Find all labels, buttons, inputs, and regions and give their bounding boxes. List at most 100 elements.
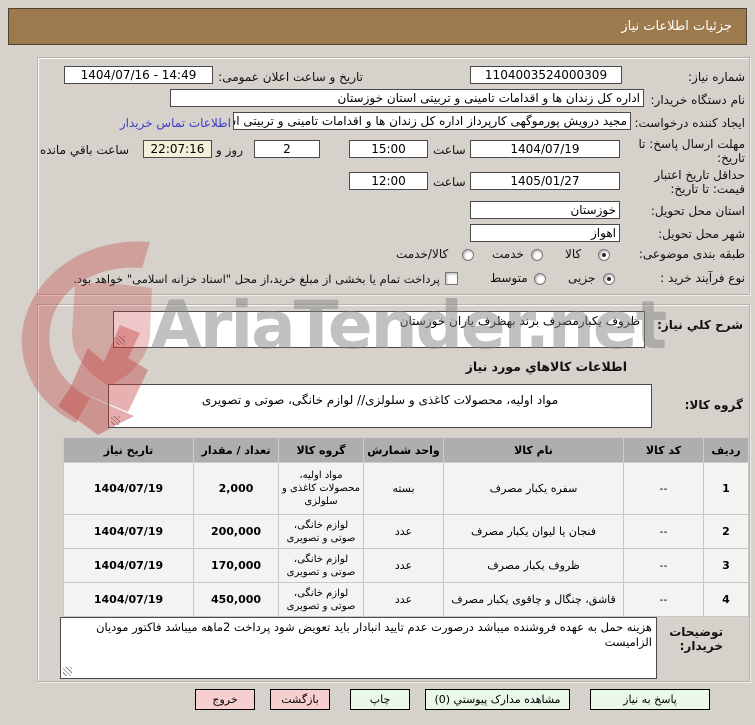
buyer-contact-link[interactable]: اطلاعات تماس خریدار: [120, 116, 231, 130]
remaining-label: ساعت باقي مانده: [40, 143, 130, 157]
announce-datetime-label: تاریخ و ساعت اعلان عمومی:: [218, 70, 363, 84]
radio-service[interactable]: [531, 249, 543, 261]
radio-medium[interactable]: [534, 273, 546, 285]
need-details-page: جزئیات اطلاعات نیاز شماره نیاز: 11040035…: [0, 0, 755, 725]
respond-to-need-button[interactable]: پاسخ به نیاز: [590, 689, 710, 710]
price-validity-date-field[interactable]: 1405/01/27: [470, 172, 620, 190]
validity-hour-label: ساعت: [433, 175, 466, 189]
need-description-label: شرح کلي نیاز:: [657, 318, 743, 332]
cell-unit: عدد: [363, 514, 444, 549]
resize-grip-icon[interactable]: [116, 336, 125, 345]
price-validity-time-field[interactable]: 12:00: [349, 172, 428, 190]
cell-group: لوازم خانگی، صوتی و تصویری: [278, 548, 364, 583]
cell-unit: بسته: [363, 462, 444, 515]
buyer-explanations-line2: الزامیست: [604, 635, 652, 649]
remaining-days-field: 2: [254, 140, 320, 158]
table-row: 4 -- قاشق، چنگال و چاقوی یکبار مصرف عدد …: [63, 582, 749, 617]
buyer-org-field[interactable]: اداره کل زندان ها و اقدامات تامینی و ترب…: [170, 89, 644, 107]
resize-grip-icon[interactable]: [111, 416, 120, 425]
cell-need-date: 1404/07/19: [63, 462, 194, 515]
classification-label: طبقه بندی موضوعی:: [638, 247, 745, 261]
delivery-province-label: استان محل تحویل:: [650, 204, 745, 218]
cell-item-name: ظروف یکبار مصرف: [443, 548, 624, 583]
col-header-group: گروه کالا: [278, 437, 364, 463]
process-type-label: نوع فرآیند خرید :: [660, 271, 745, 285]
col-header-row-number: ردیف: [703, 437, 749, 463]
cell-quantity: 450,000: [193, 582, 279, 617]
cell-item-code: --: [623, 462, 704, 515]
cell-item-code: --: [623, 514, 704, 549]
cell-group: مواد اولیه، محصولات کاغذی و سلولزی: [278, 462, 364, 515]
cell-row-number: 2: [703, 514, 749, 549]
cell-need-date: 1404/07/19: [63, 548, 194, 583]
col-header-unit: واحد شمارش: [363, 437, 444, 463]
delivery-city-label: شهر محل تحویل:: [658, 227, 745, 241]
remaining-days-label: روز و: [216, 143, 243, 157]
delivery-city-field[interactable]: اهواز: [470, 224, 620, 242]
deadline-hour-label: ساعت: [433, 143, 466, 157]
cell-need-date: 1404/07/19: [63, 514, 194, 549]
cell-row-number: 1: [703, 462, 749, 515]
treasury-note: پرداخت تمام یا بخشی از مبلغ خرید،از محل …: [73, 272, 440, 286]
goods-table: ردیف کد کالا نام کالا واحد شمارش گروه کا…: [63, 437, 749, 617]
resize-grip-icon[interactable]: [63, 667, 72, 676]
view-attachments-button[interactable]: مشاهده مدارک پیوستي (0): [425, 689, 570, 710]
radio-goods-service-label: کالا/خدمت: [396, 247, 449, 261]
buyer-explanations-label-line1: توضیحات: [669, 625, 723, 639]
radio-goods-label: کالا: [565, 247, 582, 261]
print-button[interactable]: چاپ: [350, 689, 410, 710]
col-header-quantity: تعداد / مقدار: [193, 437, 279, 463]
cell-group: لوازم خانگی، صوتی و تصویری: [278, 582, 364, 617]
table-row: 3 -- ظروف یکبار مصرف عدد لوازم خانگی، صو…: [63, 548, 749, 583]
response-deadline-date-field[interactable]: 1404/07/19: [470, 140, 620, 158]
exit-button[interactable]: خروج: [195, 689, 255, 710]
radio-medium-label: متوسط: [490, 271, 528, 285]
goods-group-label: گروه کالا:: [684, 398, 743, 412]
col-header-need-date: تاریخ نیاز: [63, 437, 194, 463]
buyer-explanations-label: توضیحات خریدار:: [661, 625, 723, 653]
col-header-item-code: کد کالا: [623, 437, 704, 463]
request-creator-label: ایجاد کننده درخواست:: [634, 116, 745, 130]
cell-item-name: قاشق، چنگال و چاقوی یکبار مصرف: [443, 582, 624, 617]
cell-quantity: 2,000: [193, 462, 279, 515]
need-number-label: شماره نیاز:: [688, 70, 745, 84]
radio-minor-label: جزیی: [568, 271, 596, 285]
cell-quantity: 170,000: [193, 548, 279, 583]
radio-service-label: خدمت: [492, 247, 524, 261]
cell-item-name: سفره یکبار مصرف: [443, 462, 624, 515]
cell-quantity: 200,000: [193, 514, 279, 549]
cell-item-code: --: [623, 582, 704, 617]
goods-group-field[interactable]: مواد اولیه، محصولات کاغذی و سلولزی// لوا…: [108, 384, 652, 428]
response-deadline-time-field[interactable]: 15:00: [349, 140, 428, 158]
goods-group-text: مواد اولیه، محصولات کاغذی و سلولزی// لوا…: [201, 393, 559, 407]
buyer-explanations-label-line2: خریدار:: [679, 639, 723, 653]
col-header-item-name: نام کالا: [443, 437, 624, 463]
buyer-org-label: نام دستگاه خریدار:: [650, 93, 746, 107]
request-creator-field[interactable]: مجید درویش پورموگهی کارپرداز اداره کل زن…: [233, 112, 631, 130]
buyer-explanations-line1: هزینه حمل به عهده فروشنده میباشد درصورت …: [96, 620, 652, 634]
radio-goods-service[interactable]: [462, 249, 474, 261]
remaining-time-field: 22:07:16: [143, 140, 212, 158]
table-row: 1 -- سفره یکبار مصرف بسته مواد اولیه، مح…: [63, 462, 749, 515]
cell-unit: عدد: [363, 582, 444, 617]
cell-unit: عدد: [363, 548, 444, 583]
price-validity-label: حداقل تاریخ اعتبار قیمت: تا تاریخ:: [654, 168, 745, 196]
need-number-field[interactable]: 1104003524000309: [470, 66, 622, 84]
treasury-checkbox[interactable]: [445, 272, 458, 285]
buyer-explanations-field[interactable]: هزینه حمل به عهده فروشنده میباشد درصورت …: [60, 617, 657, 679]
cell-item-code: --: [623, 548, 704, 583]
radio-minor[interactable]: [603, 273, 615, 285]
need-description-text: ظروف یکبارمصرف برند بهظرف یاران خوزستان: [399, 314, 640, 328]
announce-datetime-field[interactable]: 1404/07/16 - 14:49: [64, 66, 213, 84]
cell-row-number: 4: [703, 582, 749, 617]
goods-info-header: اطلاعات کالاهاي مورد نیاز: [465, 359, 627, 374]
cell-group: لوازم خانگی، صوتی و تصویری: [278, 514, 364, 549]
delivery-province-field[interactable]: خوزستان: [470, 201, 620, 219]
cell-item-name: فنجان یا لیوان یکبار مصرف: [443, 514, 624, 549]
page-title: جزئیات اطلاعات نیاز: [8, 8, 747, 45]
table-row: 2 -- فنجان یا لیوان یکبار مصرف عدد لوازم…: [63, 514, 749, 549]
back-button[interactable]: بازگشت: [270, 689, 330, 710]
table-header-row: ردیف کد کالا نام کالا واحد شمارش گروه کا…: [63, 437, 749, 463]
need-description-field[interactable]: ظروف یکبارمصرف برند بهظرف یاران خوزستان: [113, 311, 645, 348]
radio-goods[interactable]: [598, 249, 610, 261]
